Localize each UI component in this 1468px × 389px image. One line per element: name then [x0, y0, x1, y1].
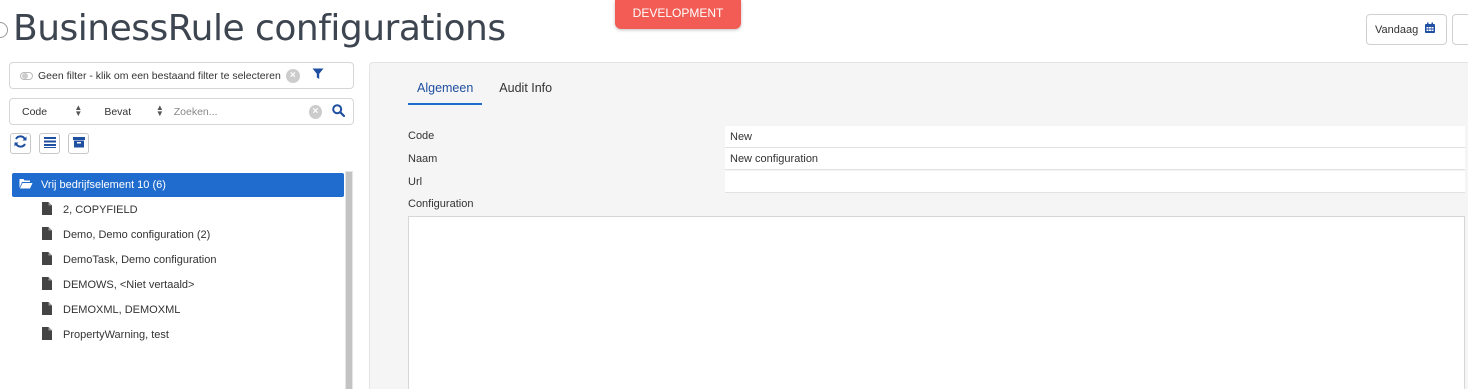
refresh-button[interactable] [10, 133, 31, 154]
tree-scrollbar-thumb[interactable] [346, 172, 352, 389]
tree-item[interactable]: PropertyWarning, test [12, 322, 344, 347]
tree-item-label: DEMOXML, DEMOXML [63, 303, 181, 316]
tree-item-label: DEMOWS, <Niet vertaald> [63, 278, 195, 291]
tree-item-label: 2, COPYFIELD [63, 203, 138, 216]
list-icon [43, 135, 56, 153]
detail-tabs: Algemeen Audit Info [408, 76, 569, 105]
search-bar: Code ▲▼ Bevat ▲▼ × [9, 98, 354, 125]
search-field-value: Code [22, 105, 48, 118]
today-button[interactable]: Vandaag [1366, 14, 1447, 45]
tree-item-label: DemoTask, Demo configuration [63, 253, 217, 266]
clear-filter-icon[interactable]: × [285, 68, 300, 83]
environment-badge: DEVELOPMENT [615, 0, 741, 29]
filter-toggle-icon[interactable] [20, 71, 33, 80]
notifications-button[interactable] [1452, 14, 1468, 45]
url-label: Url [408, 176, 423, 188]
code-field[interactable]: New [725, 126, 1465, 148]
page-title: BusinessRule configurations [13, 8, 506, 49]
naam-label: Naam [408, 153, 438, 165]
file-icon [42, 276, 52, 293]
tree-item-label: Demo, Demo configuration (2) [63, 228, 211, 241]
today-label: Vandaag [1375, 23, 1419, 36]
search-operator-value: Bevat [104, 105, 132, 118]
filter-bar[interactable]: Geen filter - klik om een bestaand filte… [9, 62, 354, 89]
search-input[interactable] [169, 105, 309, 118]
tab-algemeen[interactable]: Algemeen [408, 76, 483, 105]
archive-icon [72, 135, 85, 153]
tree-folder-label: Vrij bedrijfselement 10 (6) [41, 179, 166, 191]
tree-item[interactable]: DEMOXML, DEMOXML [12, 297, 344, 322]
tab-audit-info[interactable]: Audit Info [490, 76, 561, 105]
sort-arrows-icon: ▲ ▼ [74, 102, 83, 118]
tree-item[interactable]: DemoTask, Demo configuration [12, 247, 344, 272]
file-icon [42, 326, 52, 343]
folder-open-icon [19, 178, 33, 192]
filter-text: Geen filter - klik om een bestaand filte… [38, 69, 281, 82]
refresh-icon [14, 134, 27, 153]
search-operator-select[interactable]: Bevat ▲ ▼ [88, 102, 169, 118]
tree-item[interactable]: 2, COPYFIELD [12, 197, 344, 222]
code-label: Code [408, 130, 435, 142]
file-icon [42, 301, 52, 318]
tree-item-label: PropertyWarning, test [63, 328, 169, 341]
archive-button[interactable] [68, 133, 89, 154]
calendar-icon [1424, 22, 1436, 37]
list-view-button[interactable] [39, 133, 60, 154]
url-field[interactable] [725, 171, 1465, 193]
app-root: BusinessRule configurations DEVELOPMENT … [0, 0, 1468, 389]
configuration-label: Configuration [408, 198, 474, 210]
search-icon[interactable] [332, 103, 346, 120]
naam-field[interactable]: New configuration [725, 148, 1465, 170]
clear-search-icon[interactable]: × [308, 104, 322, 119]
filter-icon[interactable] [312, 68, 324, 83]
file-icon [42, 251, 52, 268]
sidebar-toggle-button[interactable] [0, 22, 8, 38]
tree-view: Vrij bedrijfselement 10 (6) 2, COPYFIELD… [12, 173, 344, 347]
sort-arrows-icon: ▲ ▼ [155, 102, 164, 118]
tree-item[interactable]: Demo, Demo configuration (2) [12, 222, 344, 247]
search-field-select[interactable]: Code ▲ ▼ [10, 102, 88, 118]
tree-item[interactable]: DEMOWS, <Niet vertaald> [12, 272, 344, 297]
configuration-textarea[interactable] [408, 216, 1465, 389]
file-icon [42, 201, 52, 218]
file-icon [42, 226, 52, 243]
tree-folder[interactable]: Vrij bedrijfselement 10 (6) [12, 173, 344, 197]
